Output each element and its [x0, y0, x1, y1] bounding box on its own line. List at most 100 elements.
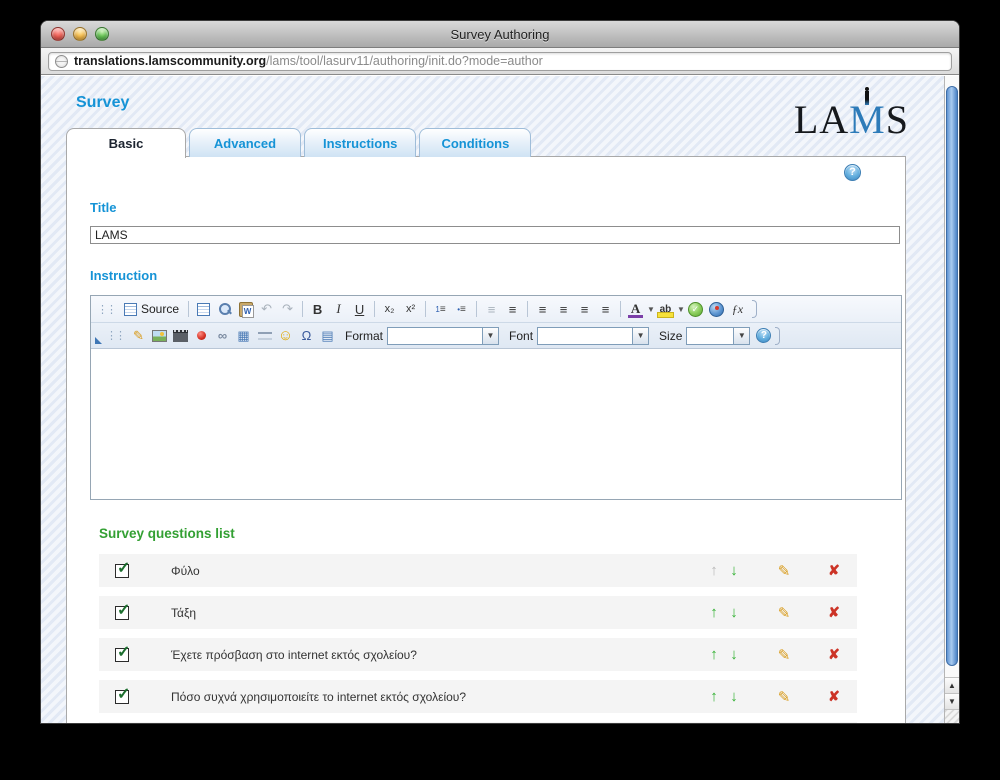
source-icon — [124, 303, 137, 316]
preview-icon[interactable] — [193, 299, 214, 320]
editor-help-icon[interactable]: ? — [756, 328, 771, 343]
basic-tab-panel: ? Title Instruction ⋮⋮ Source ↶ — [66, 156, 906, 723]
highlight-caret-icon[interactable]: ▼ — [677, 305, 685, 314]
scroll-up-icon[interactable]: ▲ — [945, 677, 959, 693]
move-down-icon[interactable]: ↓ — [725, 604, 743, 621]
instruction-label: Instruction — [90, 268, 905, 283]
delete-question-icon[interactable]: ✘ — [825, 562, 843, 579]
window-title: Survey Authoring — [450, 27, 549, 42]
smiley-icon[interactable]: ☺ — [275, 325, 296, 346]
question-row: Τάξη ↑ ↓ ✎ ✘ — [99, 596, 857, 629]
font-color-icon[interactable]: A — [625, 299, 646, 320]
address-field[interactable]: translations.lamscommunity.org/lams/tool… — [48, 52, 952, 71]
questions-list-heading: Survey questions list — [99, 526, 905, 541]
help-icon[interactable]: ? — [844, 164, 861, 181]
question-row: Πόσο συχνά χρησιμοποιείτε το internet εν… — [99, 722, 857, 723]
move-down-icon[interactable]: ↓ — [725, 688, 743, 705]
tab-basic[interactable]: Basic — [66, 128, 186, 158]
font-select[interactable] — [537, 327, 633, 345]
toolbar-end-bracket — [775, 327, 780, 345]
insert-link-icon[interactable]: ∞ — [212, 325, 233, 346]
format-label: Format — [345, 329, 383, 343]
record-audio-icon[interactable] — [191, 325, 212, 346]
move-down-icon[interactable]: ↓ — [725, 646, 743, 663]
size-caret-icon[interactable]: ▼ — [734, 327, 750, 345]
question-checkbox-icon[interactable] — [115, 648, 129, 662]
edit-question-icon[interactable]: ✎ — [775, 646, 793, 664]
move-up-icon[interactable]: ↑ — [705, 646, 723, 663]
logo-m: M — [849, 97, 886, 142]
resize-grip-icon[interactable] — [945, 709, 959, 723]
numbered-list-icon[interactable]: 1≡ — [430, 299, 451, 320]
pencil-draw-icon[interactable]: ✎ — [128, 325, 149, 346]
delete-question-icon[interactable]: ✘ — [825, 604, 843, 621]
indent-icon[interactable]: ≡ — [502, 299, 523, 320]
edit-question-icon[interactable]: ✎ — [775, 562, 793, 580]
question-checkbox-icon[interactable] — [115, 564, 129, 578]
move-up-icon[interactable]: ↑ — [705, 688, 723, 705]
move-up-icon[interactable]: ↑ — [705, 604, 723, 621]
size-select[interactable] — [686, 327, 734, 345]
question-checkbox-icon[interactable] — [115, 690, 129, 704]
window-titlebar[interactable]: Survey Authoring — [41, 21, 959, 48]
toolbar-drag-handle-icon[interactable]: ⋮⋮ — [106, 329, 124, 342]
lams-logo: LAMS — [794, 100, 909, 140]
move-up-icon: ↑ — [705, 562, 723, 579]
toolbar-collapse-icon[interactable] — [95, 337, 102, 344]
format-select[interactable] — [387, 327, 483, 345]
edit-question-icon[interactable]: ✎ — [775, 604, 793, 622]
insert-media-icon[interactable] — [170, 325, 191, 346]
move-down-icon[interactable]: ↓ — [725, 562, 743, 579]
tab-advanced[interactable]: Advanced — [189, 128, 301, 157]
zoom-window-icon[interactable] — [95, 27, 109, 41]
toolbar-drag-handle-icon[interactable]: ⋮⋮ — [97, 303, 115, 316]
insert-image-icon[interactable] — [149, 325, 170, 346]
font-caret-icon[interactable]: ▼ — [633, 327, 649, 345]
paste-from-word-icon[interactable] — [235, 299, 256, 320]
browser-url-bar: translations.lamscommunity.org/lams/tool… — [41, 48, 959, 75]
delete-question-icon[interactable]: ✘ — [825, 646, 843, 663]
title-input[interactable] — [90, 226, 900, 244]
font-label: Font — [509, 329, 533, 343]
url-domain: translations.lamscommunity.org — [74, 54, 266, 68]
instruction-editor-area[interactable] — [91, 349, 901, 499]
spellcheck-icon[interactable]: ✓ — [685, 299, 706, 320]
page-content: Survey LAMS Basic Advanced Instructions … — [41, 76, 959, 723]
bold-icon[interactable]: B — [307, 299, 328, 320]
font-color-caret-icon[interactable]: ▼ — [647, 305, 655, 314]
highlight-color-icon[interactable]: ab — [655, 299, 676, 320]
link-globe-icon[interactable] — [706, 299, 727, 320]
format-caret-icon[interactable]: ▼ — [483, 327, 499, 345]
outdent-icon[interactable]: ≡ — [481, 299, 502, 320]
tab-conditions[interactable]: Conditions — [419, 128, 531, 157]
tab-instructions[interactable]: Instructions — [304, 128, 416, 157]
delete-question-icon[interactable]: ✘ — [825, 688, 843, 705]
minimize-window-icon[interactable] — [73, 27, 87, 41]
scroll-down-icon[interactable]: ▼ — [945, 693, 959, 709]
insert-table-icon[interactable]: ▦ — [233, 325, 254, 346]
math-formula-icon[interactable]: ƒx — [727, 299, 748, 320]
question-checkbox-icon[interactable] — [115, 606, 129, 620]
templates-icon[interactable]: ▤ — [317, 325, 338, 346]
superscript-icon[interactable]: x² — [400, 299, 421, 320]
special-char-icon[interactable]: Ω — [296, 325, 317, 346]
horizontal-rule-icon[interactable] — [254, 325, 275, 346]
align-left-icon[interactable]: ≡ — [532, 299, 553, 320]
toolbar-row-2: ⋮⋮ ✎ ∞ ▦ ☺ Ω ▤ Format — [91, 322, 901, 348]
redo-icon[interactable]: ↷ — [277, 299, 298, 320]
edit-question-icon[interactable]: ✎ — [775, 688, 793, 706]
align-justify-icon[interactable]: ≡ — [595, 299, 616, 320]
undo-icon[interactable]: ↶ — [256, 299, 277, 320]
vertical-scrollbar[interactable]: ▲ ▼ — [944, 76, 959, 723]
close-window-icon[interactable] — [51, 27, 65, 41]
scrollbar-thumb[interactable] — [946, 86, 958, 666]
source-button[interactable]: Source — [119, 299, 184, 320]
page-title: Survey — [76, 94, 129, 112]
subscript-icon[interactable]: x₂ — [379, 299, 400, 320]
find-icon[interactable] — [214, 299, 235, 320]
bulleted-list-icon[interactable]: •≡ — [451, 299, 472, 320]
underline-icon[interactable]: U — [349, 299, 370, 320]
italic-icon[interactable]: I — [328, 299, 349, 320]
align-center-icon[interactable]: ≡ — [553, 299, 574, 320]
align-right-icon[interactable]: ≡ — [574, 299, 595, 320]
